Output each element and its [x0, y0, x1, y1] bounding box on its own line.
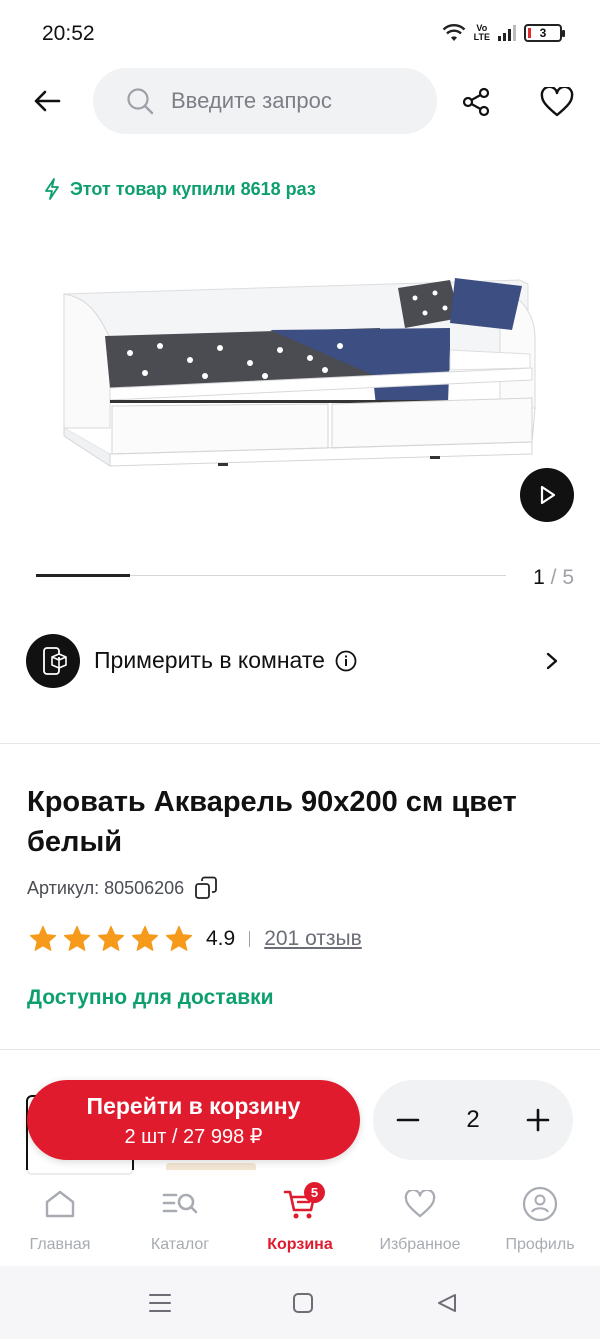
top-header: Введите запрос — [0, 68, 600, 134]
product-image — [63, 278, 536, 467]
info-icon[interactable] — [335, 650, 357, 672]
search-icon — [125, 86, 155, 116]
catalog-search-icon — [162, 1186, 198, 1222]
sku-text: Артикул: 80506206 — [27, 877, 185, 898]
plus-icon — [526, 1108, 550, 1132]
wifi-icon — [442, 24, 465, 41]
pager-progress — [36, 574, 130, 577]
battery-icon: 3 — [524, 24, 565, 42]
sku-row: Артикул: 80506206 — [27, 876, 218, 900]
rating-row: 4.9 201 отзыв — [28, 924, 362, 954]
try-in-room-row[interactable]: Примерить в комнате — [0, 630, 600, 692]
increase-button[interactable] — [523, 1105, 553, 1135]
decrease-button[interactable] — [393, 1105, 423, 1135]
cart-button-summary: 2 шт / 27 998 ₽ — [124, 1126, 263, 1148]
availability-text: Доступно для доставки — [27, 986, 274, 1009]
chevron-right-icon — [540, 649, 564, 673]
star-icon — [97, 925, 125, 951]
play-icon — [540, 485, 556, 505]
star-icon — [165, 925, 193, 951]
ar-cube-icon — [26, 634, 80, 688]
home-icon — [42, 1186, 78, 1222]
volte-icon: Vo LTE — [473, 23, 490, 42]
nav-cart[interactable]: 5 Корзина — [240, 1170, 360, 1266]
rating-separator — [249, 931, 251, 947]
rating-value: 4.9 — [206, 927, 236, 950]
rating-stars — [28, 924, 194, 954]
back-triangle-icon[interactable] — [434, 1290, 460, 1316]
star-icon — [63, 925, 91, 951]
section-divider — [0, 743, 600, 744]
gallery-pager: 1 / 5 — [0, 566, 600, 590]
profile-icon — [522, 1186, 558, 1222]
go-to-cart-button[interactable]: Перейти в корзину 2 шт / 27 998 ₽ — [27, 1080, 360, 1160]
quantity-value: 2 — [466, 1106, 480, 1133]
bought-badge: Этот товар купили 8618 раз — [44, 178, 316, 200]
lightning-icon — [45, 178, 59, 200]
try-in-room-label: Примерить в комнате — [94, 647, 357, 674]
quantity-stepper[interactable]: 2 — [373, 1080, 573, 1160]
section-divider — [0, 1049, 600, 1050]
cart-button-label: Перейти в корзину — [86, 1093, 301, 1119]
heart-icon — [402, 1186, 438, 1222]
menu-icon[interactable] — [147, 1290, 173, 1316]
nav-catalog[interactable]: Каталог — [120, 1170, 240, 1266]
play-video-button[interactable] — [520, 468, 574, 522]
home-square-icon[interactable] — [290, 1290, 316, 1316]
system-navigation-bar — [0, 1266, 600, 1339]
cart-count-badge: 5 — [304, 1182, 325, 1203]
back-button[interactable] — [28, 82, 66, 120]
favorite-button[interactable] — [537, 82, 577, 122]
product-gallery[interactable]: Этот товар купили 8618 раз — [0, 148, 600, 548]
minus-icon — [396, 1118, 420, 1122]
copy-icon[interactable] — [194, 876, 218, 900]
heart-icon — [540, 87, 574, 117]
star-icon — [29, 925, 57, 951]
status-time: 20:52 — [42, 22, 95, 45]
arrow-left-icon — [34, 90, 61, 112]
product-title: Кровать Акварель 90x200 см цвет белый — [27, 786, 517, 858]
bottom-navigation: Главная Каталог 5 Корзина Избранное Проф… — [0, 1170, 600, 1266]
reviews-link[interactable]: 201 отзыв — [264, 927, 362, 951]
share-icon — [462, 87, 490, 117]
search-input[interactable]: Введите запрос — [93, 68, 437, 134]
signal-icon — [498, 25, 516, 41]
search-placeholder: Введите запрос — [171, 88, 332, 113]
nav-favorites[interactable]: Избранное — [360, 1170, 480, 1266]
share-button[interactable] — [457, 83, 495, 121]
nav-profile[interactable]: Профиль — [480, 1170, 600, 1266]
status-bar: 20:52 Vo LTE 3 — [0, 0, 600, 68]
pager-count: 1 / 5 — [533, 566, 574, 589]
bought-text: Этот товар купили 8618 раз — [70, 178, 316, 199]
status-icons: Vo LTE 3 — [442, 23, 565, 42]
nav-home[interactable]: Главная — [0, 1170, 120, 1266]
star-icon — [131, 925, 159, 951]
